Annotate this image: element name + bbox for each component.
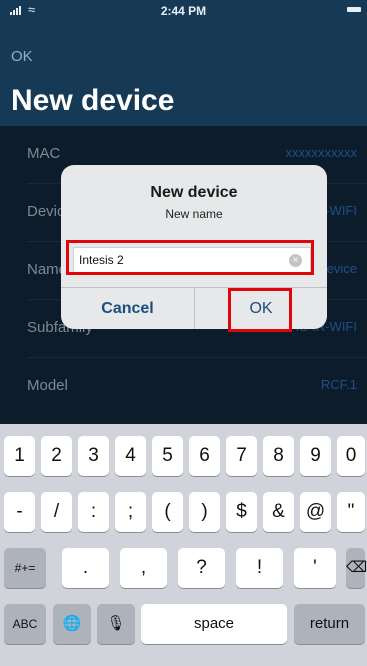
keyboard: 1 2 3 4 5 6 7 8 9 0 - / : ; ( ) $ & @ " … [0,424,367,666]
abc-key[interactable]: ABC [4,604,46,644]
dialog-title: New device [150,184,238,201]
key[interactable]: " [337,492,365,532]
name-input[interactable]: Intesis 2 × [73,247,311,273]
key[interactable]: , [120,548,167,588]
key[interactable]: - [4,492,35,532]
backspace-icon[interactable]: ⌫ [346,548,367,588]
key[interactable]: ' [294,548,336,588]
key[interactable]: 0 [337,436,365,476]
cancel-button[interactable]: Cancel [61,288,194,329]
key[interactable]: 1 [4,436,35,476]
clear-icon[interactable]: × [289,254,302,267]
key[interactable]: @ [300,492,331,532]
row-value: RCF.1 [320,377,357,392]
ok-button[interactable]: OK [195,288,327,329]
nav-ok-button[interactable]: OK [11,48,33,65]
battery-icon [347,7,361,12]
key[interactable]: ) [189,492,220,532]
page-title: New device [11,84,175,117]
status-bar: ≈ 2:44 PM [0,0,367,22]
key[interactable]: $ [226,492,257,532]
key[interactable]: 9 [300,436,331,476]
rename-dialog: New device New name Intesis 2 × Cancel O… [61,165,327,329]
key[interactable]: 2 [41,436,72,476]
key[interactable]: ? [178,548,225,588]
name-input-value: Intesis 2 [79,253,124,267]
microphone-icon[interactable]: 🎙 [97,604,135,644]
row-label: Model [27,377,68,394]
key[interactable]: 8 [263,436,294,476]
dialog-message: New name [165,207,223,221]
row-value: xxxxxxxxxxx [285,145,358,160]
key[interactable]: 3 [78,436,109,476]
key[interactable]: 5 [152,436,183,476]
key[interactable]: . [62,548,109,588]
key[interactable]: : [78,492,109,532]
key[interactable]: ( [152,492,183,532]
key[interactable]: / [41,492,72,532]
navigation-bar: OK New device [0,22,367,126]
space-key[interactable]: space [141,604,287,644]
return-key[interactable]: return [294,604,365,644]
globe-icon[interactable]: 🌐 [53,604,91,644]
key[interactable]: 4 [115,436,146,476]
key[interactable]: & [263,492,294,532]
row-label: MAC [27,145,61,162]
key[interactable]: 7 [226,436,257,476]
symbols-toggle-key[interactable]: #+= [4,548,46,588]
status-time: 2:44 PM [160,4,207,18]
row-model[interactable]: Model RCF.1 [0,358,367,416]
key[interactable]: ! [236,548,283,588]
key[interactable]: 6 [189,436,220,476]
key[interactable]: ; [115,492,146,532]
